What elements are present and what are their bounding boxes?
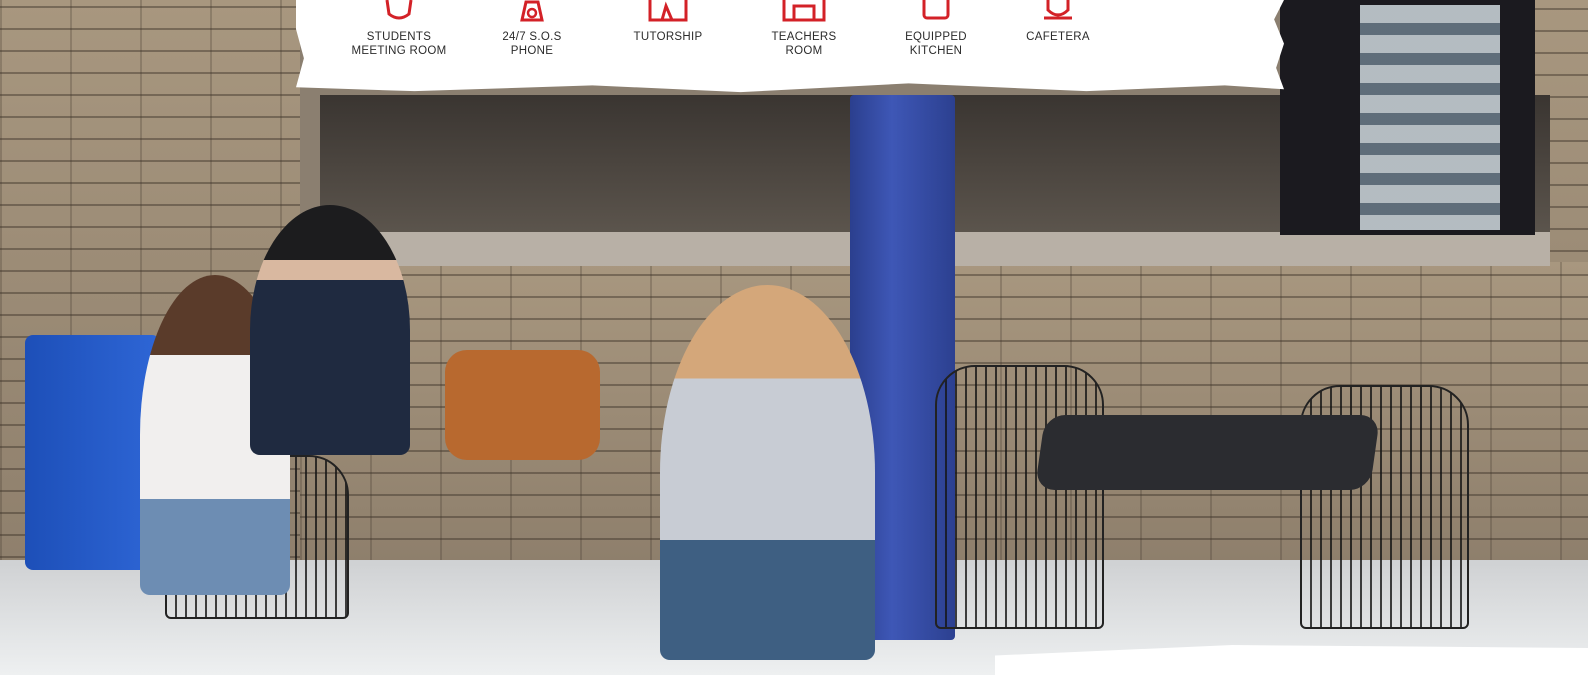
kitchen-icon — [922, 0, 950, 20]
amenity-cafetera: CAFETERA — [998, 0, 1118, 44]
patio-table — [1034, 415, 1381, 490]
amenity-teachers-room: TEACHERS ROOM — [744, 0, 864, 58]
coffee-cup-icon — [1044, 0, 1072, 20]
amenity-sos-phone: 24/7 S.O.S PHONE — [472, 0, 592, 58]
amenity-label: 24/7 S.O.S PHONE — [502, 31, 562, 57]
phone-icon — [520, 0, 544, 22]
amenity-tutorship: TUTORSHIP — [608, 0, 728, 44]
student-woman-right — [660, 285, 875, 660]
amenity-equipped-kitchen: EQUIPPED KITCHEN — [876, 0, 996, 58]
meeting-room-icon — [385, 0, 413, 20]
amenity-label: CAFETERA — [1026, 31, 1090, 43]
campus-cafeteria-photo — [0, 0, 1588, 675]
chair — [935, 365, 1104, 629]
drinks-fridge — [1360, 5, 1500, 230]
amenity-label: TUTORSHIP — [633, 31, 703, 43]
student-reading — [250, 205, 410, 455]
teachers-room-icon — [782, 0, 826, 22]
amenity-label: EQUIPPED KITCHEN — [905, 31, 967, 57]
amenity-label: STUDENTS MEETING ROOM — [351, 31, 447, 57]
leather-bag — [445, 350, 600, 460]
tutorship-icon — [648, 0, 688, 22]
amenity-students-meeting-room: STUDENTS MEETING ROOM — [339, 0, 459, 58]
amenities-banner: STUDENTS MEETING ROOM 24/7 S.O.S PHONE T… — [296, 0, 1284, 93]
amenity-label: TEACHERS ROOM — [771, 31, 837, 57]
